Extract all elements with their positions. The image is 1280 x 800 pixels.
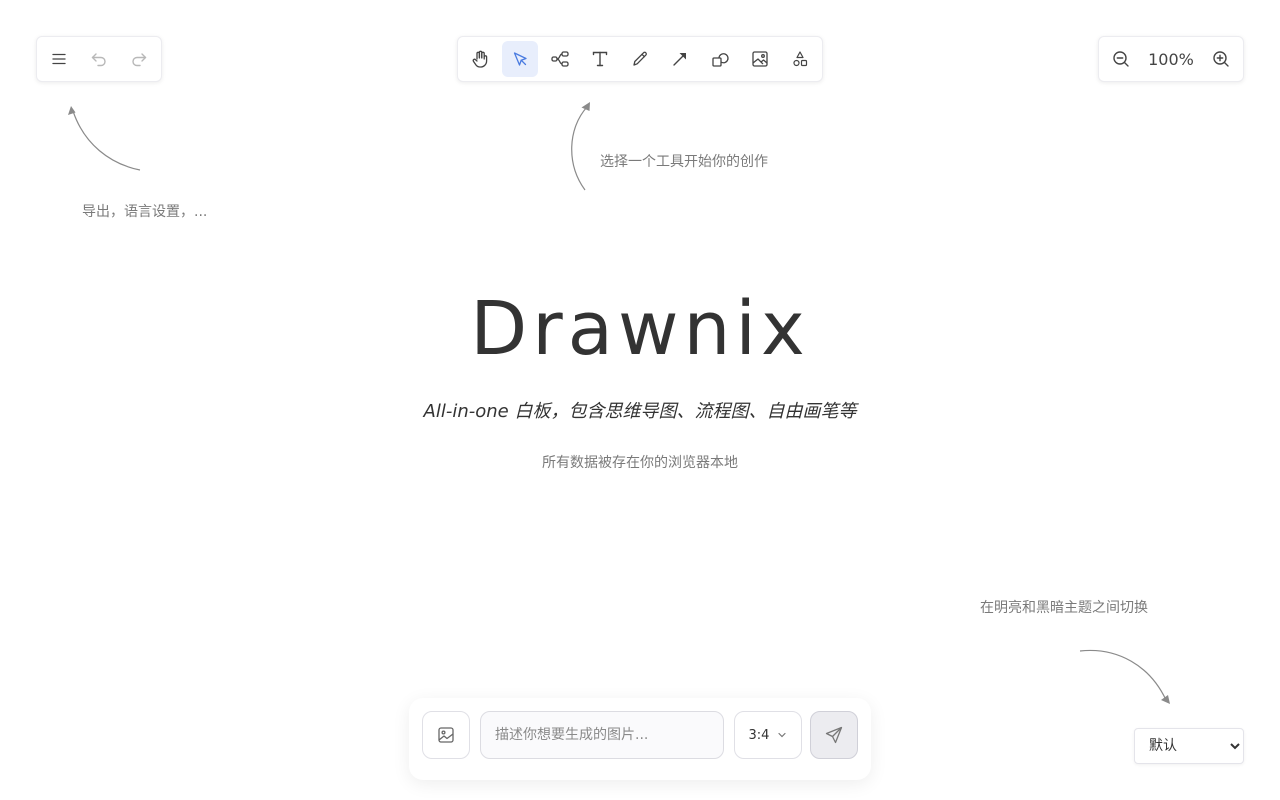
pen-tool-icon[interactable] [622, 41, 658, 77]
image-tool-icon[interactable] [742, 41, 778, 77]
ai-image-generator: 3:4 [409, 698, 871, 780]
main-toolbar [457, 36, 823, 82]
theme-hint-arrow [1079, 649, 1170, 704]
zoom-in-icon[interactable] [1203, 41, 1239, 77]
menu-icon[interactable] [41, 41, 77, 77]
redo-icon[interactable] [121, 41, 157, 77]
tools-hint-arrow [571, 102, 590, 191]
app-subtitle: All-in-one 白板，包含思维导图、流程图、自由画笔等 [423, 401, 857, 422]
theme-select[interactable]: 默认 [1134, 728, 1244, 764]
aspect-ratio-value: 3:4 [748, 727, 770, 743]
more-shapes-icon[interactable] [782, 41, 818, 77]
undo-icon[interactable] [81, 41, 117, 77]
menu-hint-arrow [68, 106, 141, 171]
select-tool-icon[interactable] [502, 41, 538, 77]
chevron-down-icon [778, 732, 787, 738]
arrow-tool-icon[interactable] [662, 41, 698, 77]
app-menu-toolbar [36, 36, 162, 82]
hand-tool-icon[interactable] [462, 41, 498, 77]
whiteboard-canvas[interactable]: 100% 导出，语言设置，... 选择一个工具开始你的创作 Drawnix Al… [0, 0, 1280, 800]
shape-tool-icon[interactable] [702, 41, 738, 77]
storage-note: 所有数据被存在你的浏览器本地 [542, 455, 738, 471]
image-icon [438, 727, 454, 743]
zoom-toolbar: 100% [1098, 36, 1244, 82]
aspect-ratio-select[interactable]: 3:4 [734, 711, 802, 759]
zoom-level[interactable]: 100% [1143, 50, 1199, 69]
tools-hint-text: 选择一个工具开始你的创作 [600, 154, 768, 170]
theme-hint-text: 在明亮和黑暗主题之间切换 [980, 600, 1148, 616]
zoom-out-icon[interactable] [1103, 41, 1139, 77]
menu-hint-text: 导出，语言设置，... [82, 204, 208, 220]
app-title: Drawnix [470, 286, 810, 372]
send-button[interactable] [810, 711, 858, 759]
image-prompt-input[interactable] [480, 711, 724, 759]
send-icon [825, 726, 843, 744]
upload-image-button[interactable] [422, 711, 470, 759]
text-tool-icon[interactable] [582, 41, 618, 77]
mind-map-icon[interactable] [542, 41, 578, 77]
